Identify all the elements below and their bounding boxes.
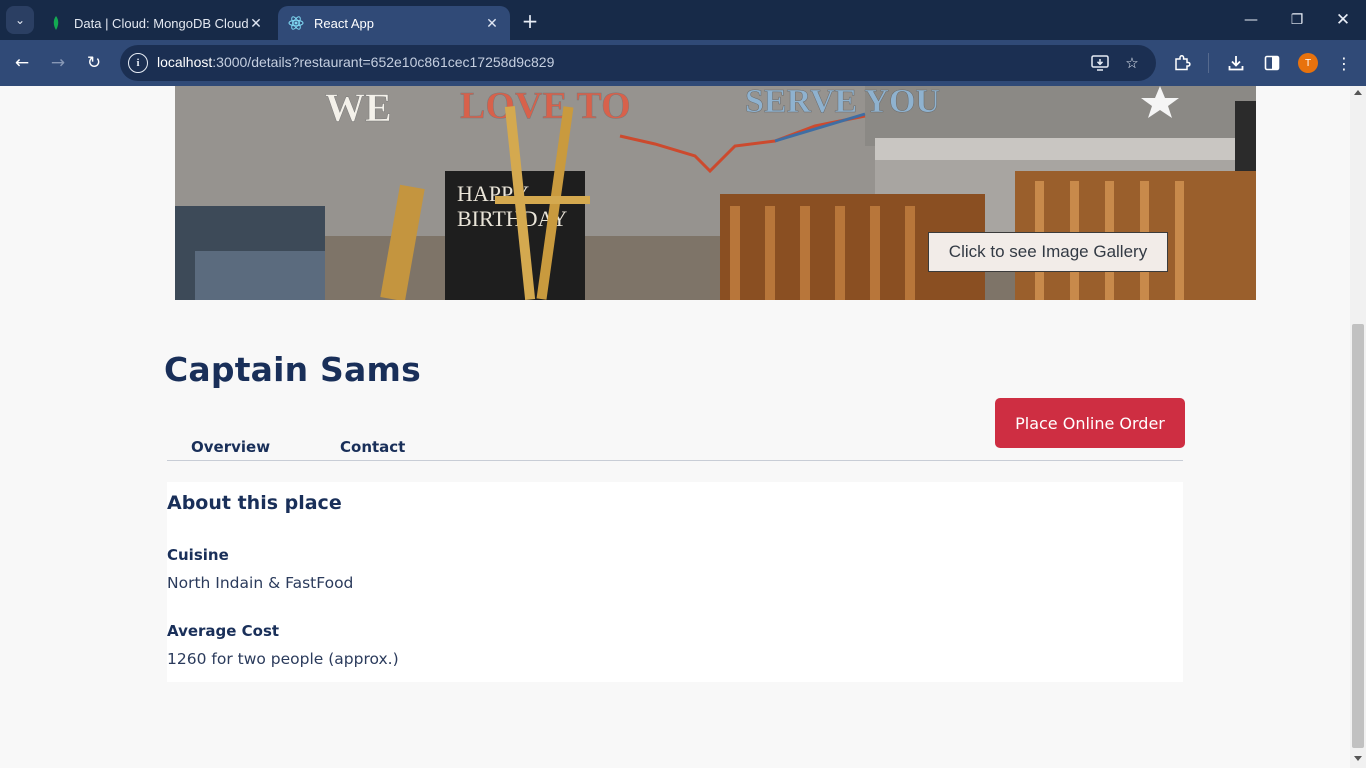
about-heading: About this place	[167, 492, 342, 514]
install-app-icon[interactable]	[1090, 53, 1110, 73]
cuisine-value: North Indain & FastFood	[167, 574, 354, 592]
profile-avatar[interactable]: T	[1298, 53, 1318, 73]
tab-title: React App	[314, 15, 374, 31]
back-arrow-icon[interactable]: ←	[8, 49, 36, 77]
toolbar-divider	[1208, 53, 1209, 73]
svg-text:SERVE YOU: SERVE YOU	[745, 86, 940, 120]
close-icon[interactable]: ✕	[248, 15, 264, 31]
browser-tab-react-app[interactable]: React App ✕	[278, 6, 510, 40]
browser-toolbar: ← → ↻ i localhost:3000/details?restauran…	[0, 40, 1366, 86]
reload-icon[interactable]: ↻	[80, 49, 108, 77]
restore-icon[interactable]: ❐	[1274, 0, 1320, 40]
tab-title: Data | Cloud: MongoDB Cloud	[74, 15, 248, 31]
side-panel-icon[interactable]	[1260, 51, 1284, 75]
svg-text:WE: WE	[325, 86, 392, 130]
address-url[interactable]: localhost:3000/details?restaurant=652e10…	[157, 54, 554, 70]
bookmark-star-icon[interactable]: ☆	[1122, 53, 1142, 73]
downloads-icon[interactable]	[1224, 51, 1248, 75]
mongodb-leaf-icon	[48, 15, 64, 31]
scroll-down-arrow-icon[interactable]	[1354, 756, 1362, 761]
address-bar[interactable]: i localhost:3000/details?restaurant=652e…	[120, 45, 1156, 81]
scroll-thumb[interactable]	[1352, 324, 1364, 748]
react-atom-icon	[288, 15, 304, 31]
url-path: :3000/details?restaurant=652e10c861cec17…	[212, 54, 555, 70]
tab-search-chevron-icon[interactable]: ⌄	[6, 6, 34, 34]
cuisine-label: Cuisine	[167, 546, 229, 564]
new-tab-plus-icon[interactable]: +	[518, 9, 542, 33]
restaurant-hero-image: WE LOVE TO SERVE YOU HAPPY BIRTHDAY Clic…	[175, 86, 1256, 300]
menu-kebab-icon[interactable]: ⋮	[1332, 51, 1356, 75]
overview-panel: About this place Cuisine North Indain & …	[167, 482, 1183, 682]
svg-text:LOVE TO: LOVE TO	[460, 86, 631, 127]
extensions-puzzle-icon[interactable]	[1170, 51, 1194, 75]
browser-tabstrip: ⌄ Data | Cloud: MongoDB Cloud ✕ React Ap…	[0, 0, 1366, 40]
close-icon[interactable]: ✕	[484, 15, 500, 31]
site-info-icon[interactable]: i	[128, 53, 148, 73]
image-gallery-button[interactable]: Click to see Image Gallery	[928, 232, 1168, 272]
restaurant-name: Captain Sams	[164, 350, 421, 389]
average-cost-label: Average Cost	[167, 622, 280, 640]
forward-arrow-icon[interactable]: →	[44, 49, 72, 77]
window-close-icon[interactable]: ✕	[1320, 0, 1366, 40]
tab-contact[interactable]: Contact	[340, 438, 405, 456]
scroll-up-arrow-icon[interactable]	[1354, 90, 1362, 95]
browser-tab-mongodb[interactable]: Data | Cloud: MongoDB Cloud ✕	[38, 6, 274, 40]
average-cost-value: 1260 for two people (approx.)	[167, 650, 399, 668]
page-viewport: WE LOVE TO SERVE YOU HAPPY BIRTHDAY Clic…	[0, 86, 1366, 768]
minimize-icon[interactable]: —	[1228, 0, 1274, 40]
detail-tabs: Overview Contact	[167, 436, 1183, 461]
page-scrollbar[interactable]	[1350, 86, 1366, 768]
url-host: localhost	[157, 54, 213, 70]
tab-overview[interactable]: Overview	[191, 438, 270, 456]
